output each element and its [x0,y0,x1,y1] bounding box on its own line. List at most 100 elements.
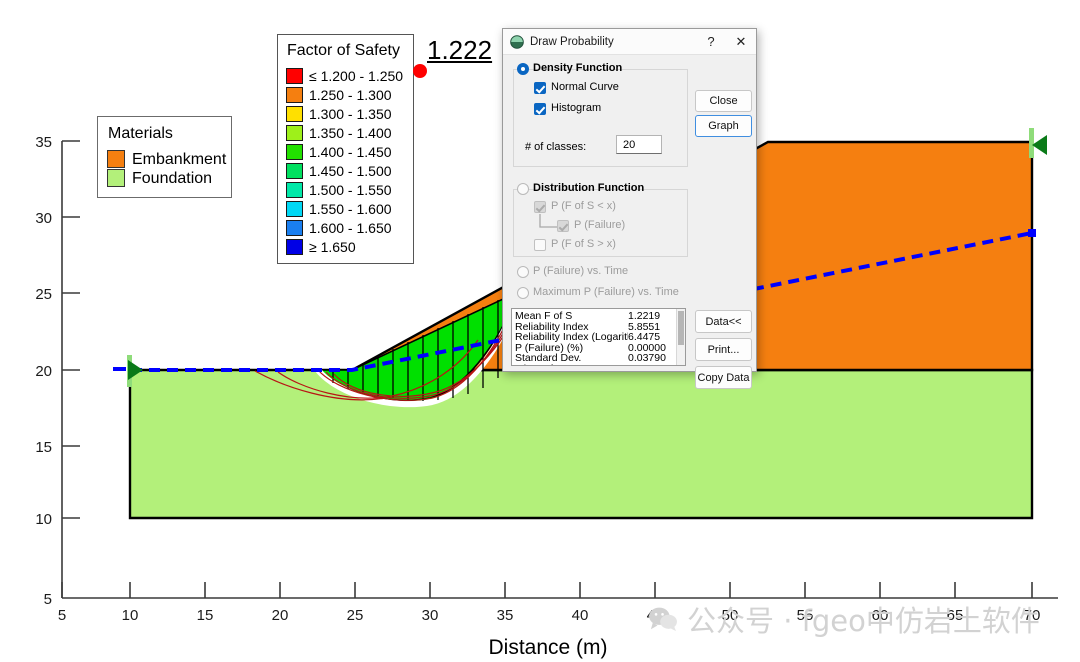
stat-value: 6.4475 [628,332,661,343]
help-button[interactable]: ? [696,30,726,54]
ytick-35: 35 [35,134,52,151]
distribution-function-radio[interactable] [517,183,529,195]
dialog-titlebar[interactable]: Draw Probability ? ✕ [503,29,756,55]
density-function-label: Density Function [533,62,623,74]
p-failure-label: P (Failure) [574,219,626,231]
p-fos-lt-x-label: P (F of S < x) [551,200,616,212]
fos-label-3: 1.350 - 1.400 [309,124,392,141]
xtick-30: 30 [422,607,439,624]
p-fos-gt-x-label: P (F of S > x) [551,238,616,250]
stat-row: P (Failure) (%) 0.00000 [512,343,685,354]
materials-legend-title: Materials [108,125,173,142]
fos-legend-item: ≥ 1.650 [286,237,405,256]
xtick-45: 45 [647,607,664,624]
num-classes-input[interactable]: 20 [616,135,662,154]
legend-item-foundation: Foundation [107,169,222,187]
xtick-50: 50 [722,607,739,624]
ytick-20: 20 [35,363,52,380]
xtick-55: 55 [797,607,814,624]
num-classes-label: # of classes: [525,141,587,153]
fos-swatch-1 [286,86,303,103]
ytick-25: 25 [35,286,52,303]
fos-label-2: 1.300 - 1.350 [309,105,392,122]
ytick-10: 10 [35,511,52,528]
close-button[interactable]: Close [695,90,752,112]
fos-label-0: ≤ 1.200 - 1.250 [309,67,404,84]
fos-legend-item: ≤ 1.200 - 1.250 [286,66,405,85]
xtick-35: 35 [497,607,514,624]
normal-curve-checkbox[interactable] [534,82,546,94]
max-p-failure-vs-time-radio[interactable] [517,287,529,299]
histogram-checkbox[interactable] [534,103,546,115]
xtick-5: 5 [58,607,66,624]
fos-label-4: 1.400 - 1.450 [309,143,392,160]
fos-legend-item: 1.500 - 1.550 [286,180,405,199]
stat-value: 0.00000 [628,342,666,354]
fos-swatch-5 [286,162,303,179]
stat-value: 5.8551 [628,321,661,333]
fos-label-8: 1.600 - 1.650 [309,219,392,236]
dialog-title: Draw Probability [530,35,614,48]
density-function-radio[interactable] [517,63,529,75]
data-button[interactable]: Data<< [695,310,752,333]
copy-data-button[interactable]: Copy Data [695,366,752,389]
statistics-list[interactable]: Mean F of S 1.2219 Reliability Index 5.8… [511,308,686,366]
scrollbar-thumb[interactable] [678,311,684,345]
p-failure-checkbox[interactable] [557,220,569,232]
legend-label-foundation: Foundation [132,169,213,187]
fos-swatch-0 [286,67,303,84]
fos-swatch-9 [286,238,303,255]
stat-value: 0.03790 [628,353,666,364]
fos-label-6: 1.500 - 1.550 [309,181,392,198]
stat-name: Min F of S [515,364,628,365]
fos-legend-item: 1.350 - 1.400 [286,123,405,142]
normal-curve-label: Normal Curve [551,81,619,93]
fos-swatch-8 [286,219,303,236]
graph-button[interactable]: Graph [695,115,752,137]
max-p-failure-vs-time-label: Maximum P (Failure) vs. Time [533,286,679,298]
statistics-scrollbar[interactable] [676,309,685,365]
stat-name: Reliability Index (Logarithmic) [515,332,628,343]
stat-value: 1.02 [628,364,676,365]
slope-stability-viewport: 35 30 25 20 15 10 5 5 10 15 20 25 30 35 … [0,0,1080,662]
fos-swatch-6 [286,181,303,198]
close-icon[interactable]: ✕ [726,30,756,54]
stat-row: Min F of S 1.02 [512,364,685,365]
stat-name: Standard Dev. [515,353,582,364]
xtick-40: 40 [572,607,589,624]
p-fos-gt-x-checkbox[interactable] [534,239,546,251]
minimum-factor-of-safety-value: 1.222 [427,35,493,65]
stat-name: P (Failure) (%) [515,342,584,354]
app-icon [510,34,524,49]
fos-label-7: 1.550 - 1.600 [309,200,392,217]
fos-swatch-4 [286,143,303,160]
fos-legend-item: 1.400 - 1.450 [286,142,405,161]
fos-legend-item: 1.550 - 1.600 [286,199,405,218]
xtick-15: 15 [197,607,214,624]
tree-connector [539,214,557,228]
ytick-30: 30 [35,210,52,227]
stat-name: Mean F of S [515,311,573,322]
p-failure-vs-time-label: P (Failure) vs. Time [533,265,629,277]
legend-swatch-foundation [107,169,125,187]
fos-swatch-3 [286,124,303,141]
dialog-body: Density Function Normal Curve Histogram … [503,55,756,389]
fos-label-5: 1.450 - 1.500 [309,162,392,179]
ytick-15: 15 [35,439,52,456]
fos-legend-item: 1.300 - 1.350 [286,104,405,123]
p-failure-vs-time-radio[interactable] [517,266,529,278]
xtick-70: 70 [1024,607,1041,624]
fos-swatch-7 [286,200,303,217]
factor-of-safety-legend: Factor of Safety ≤ 1.200 - 1.250 1.250 -… [277,34,414,264]
x-axis-title: Distance (m) [488,636,607,659]
print-button[interactable]: Print... [695,338,752,361]
stat-name: Reliability Index [515,321,589,333]
fos-swatch-2 [286,105,303,122]
stat-row: Mean F of S 1.2219 [512,311,685,322]
stat-row: Reliability Index (Logarithmic) 6.4475 [512,332,685,343]
p-fos-lt-x-checkbox[interactable] [534,201,546,213]
histogram-label: Histogram [551,102,602,114]
legend-label-embankment: Embankment [132,150,227,168]
legend-item-embankment: Embankment [107,150,226,168]
critical-slip-center-marker [413,64,427,78]
